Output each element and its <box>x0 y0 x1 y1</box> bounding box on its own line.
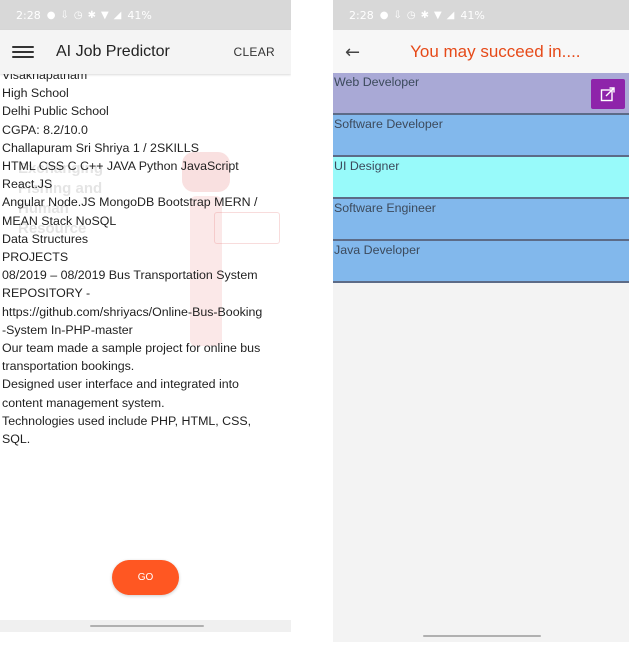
download-icon: ⇩ <box>60 9 69 21</box>
hamburger-menu-icon[interactable] <box>12 43 34 61</box>
resume-line: REPOSITORY - <box>2 286 91 301</box>
resume-line: Angular Node.JS MongoDB Bootstrap MERN / <box>2 195 258 210</box>
bluetooth-icon: ✱ <box>420 9 429 21</box>
job-label: Software Developer <box>334 117 443 131</box>
download-icon: ⇩ <box>393 9 402 21</box>
wifi-icon: ▼ <box>433 9 442 21</box>
signal-icon: ◢ <box>113 9 122 21</box>
alarm-icon: ◷ <box>73 9 83 21</box>
resume-line: -System In-PHP-master <box>2 322 133 337</box>
resume-line: Designed user interface and integrated i… <box>2 377 239 392</box>
status-time: 2:28 <box>349 8 374 22</box>
status-battery: 41% <box>460 8 485 22</box>
wifi-icon: ▼ <box>100 9 109 21</box>
resume-line: Challapuram Sri Shriya 1 / 2SKILLS <box>2 140 199 155</box>
signal-icon: ◢ <box>446 9 455 21</box>
resume-line: PROJECTS <box>2 250 69 265</box>
alarm-icon: ◷ <box>406 9 416 21</box>
job-label: Java Developer <box>334 243 421 257</box>
share-icon <box>600 87 615 102</box>
job-item[interactable]: Software Engineer <box>333 199 629 241</box>
resume-line: CGPA: 8.2/10.0 <box>2 122 88 137</box>
resume-line: 08/2019 – 08/2019 Bus Transportation Sys… <box>2 268 258 283</box>
resume-line: transportation bookings. <box>2 359 135 374</box>
bluetooth-icon: ✱ <box>87 9 96 21</box>
clear-button[interactable]: CLEAR <box>233 45 275 59</box>
resume-lines: Visakhapatnam High School Delhi Public S… <box>2 74 287 448</box>
job-label: UI Designer <box>334 159 400 173</box>
status-icons: ● ⇩ ◷ ✱ ▼ ◢ <box>380 10 455 21</box>
resume-line: React.JS <box>2 177 53 192</box>
home-indicator[interactable] <box>423 635 541 637</box>
job-item[interactable]: Software Developer <box>333 115 629 157</box>
resume-line: Delhi Public School <box>2 104 109 119</box>
job-predictor-input-screen: 2:28 ● ⇩ ◷ ✱ ▼ ◢ 41% AI Job Predictor CL… <box>0 0 291 632</box>
resume-line: Data Structures <box>2 231 89 246</box>
status-bar: 2:28 ● ⇩ ◷ ✱ ▼ ◢ 41% <box>333 0 629 30</box>
job-label: Web Developer <box>334 75 420 89</box>
status-time: 2:28 <box>16 8 41 22</box>
resume-line: High School <box>2 86 69 101</box>
resume-line: Our team made a sample project for onlin… <box>2 341 261 356</box>
resume-text-area[interactable]: Exchanging Fishing and Human Resource Vi… <box>0 74 291 544</box>
job-item[interactable]: Java Developer <box>333 241 629 283</box>
back-arrow-icon[interactable]: ← <box>345 42 360 63</box>
results-title: You may succeed in.... <box>410 42 581 61</box>
job-item[interactable]: UI Designer <box>333 157 629 199</box>
resume-line: MEAN Stack NoSQL <box>2 213 117 228</box>
resume-line: content management system. <box>2 395 165 410</box>
notification-icon: ● <box>46 9 56 21</box>
resume-line: Technologies used include PHP, HTML, CSS… <box>2 413 252 428</box>
job-list: Web Developer Software Developer UI Desi… <box>333 73 629 283</box>
status-battery: 41% <box>127 8 152 22</box>
share-button[interactable] <box>591 79 625 109</box>
status-bar: 2:28 ● ⇩ ◷ ✱ ▼ ◢ 41% <box>0 0 291 30</box>
resume-line: https://github.com/shriyacs/Online-Bus-B… <box>2 304 263 319</box>
app-title: AI Job Predictor <box>56 43 170 60</box>
prediction-results-screen: 2:28 ● ⇩ ◷ ✱ ▼ ◢ 41% ← You may succeed i… <box>333 0 629 642</box>
app-bar: AI Job Predictor CLEAR <box>0 30 291 74</box>
resume-line: Visakhapatnam <box>2 74 88 82</box>
resume-line: SQL. <box>2 432 31 447</box>
notification-icon: ● <box>379 9 389 21</box>
job-label: Software Engineer <box>334 201 436 215</box>
app-bar: ← You may succeed in.... <box>333 30 629 74</box>
empty-area <box>333 283 629 642</box>
status-icons: ● ⇩ ◷ ✱ ▼ ◢ <box>47 10 122 21</box>
resume-line: HTML CSS C C++ JAVA Python JavaScript <box>2 159 239 174</box>
home-indicator[interactable] <box>90 625 204 627</box>
go-button[interactable]: GO <box>112 560 179 595</box>
job-item[interactable]: Web Developer <box>333 73 629 115</box>
